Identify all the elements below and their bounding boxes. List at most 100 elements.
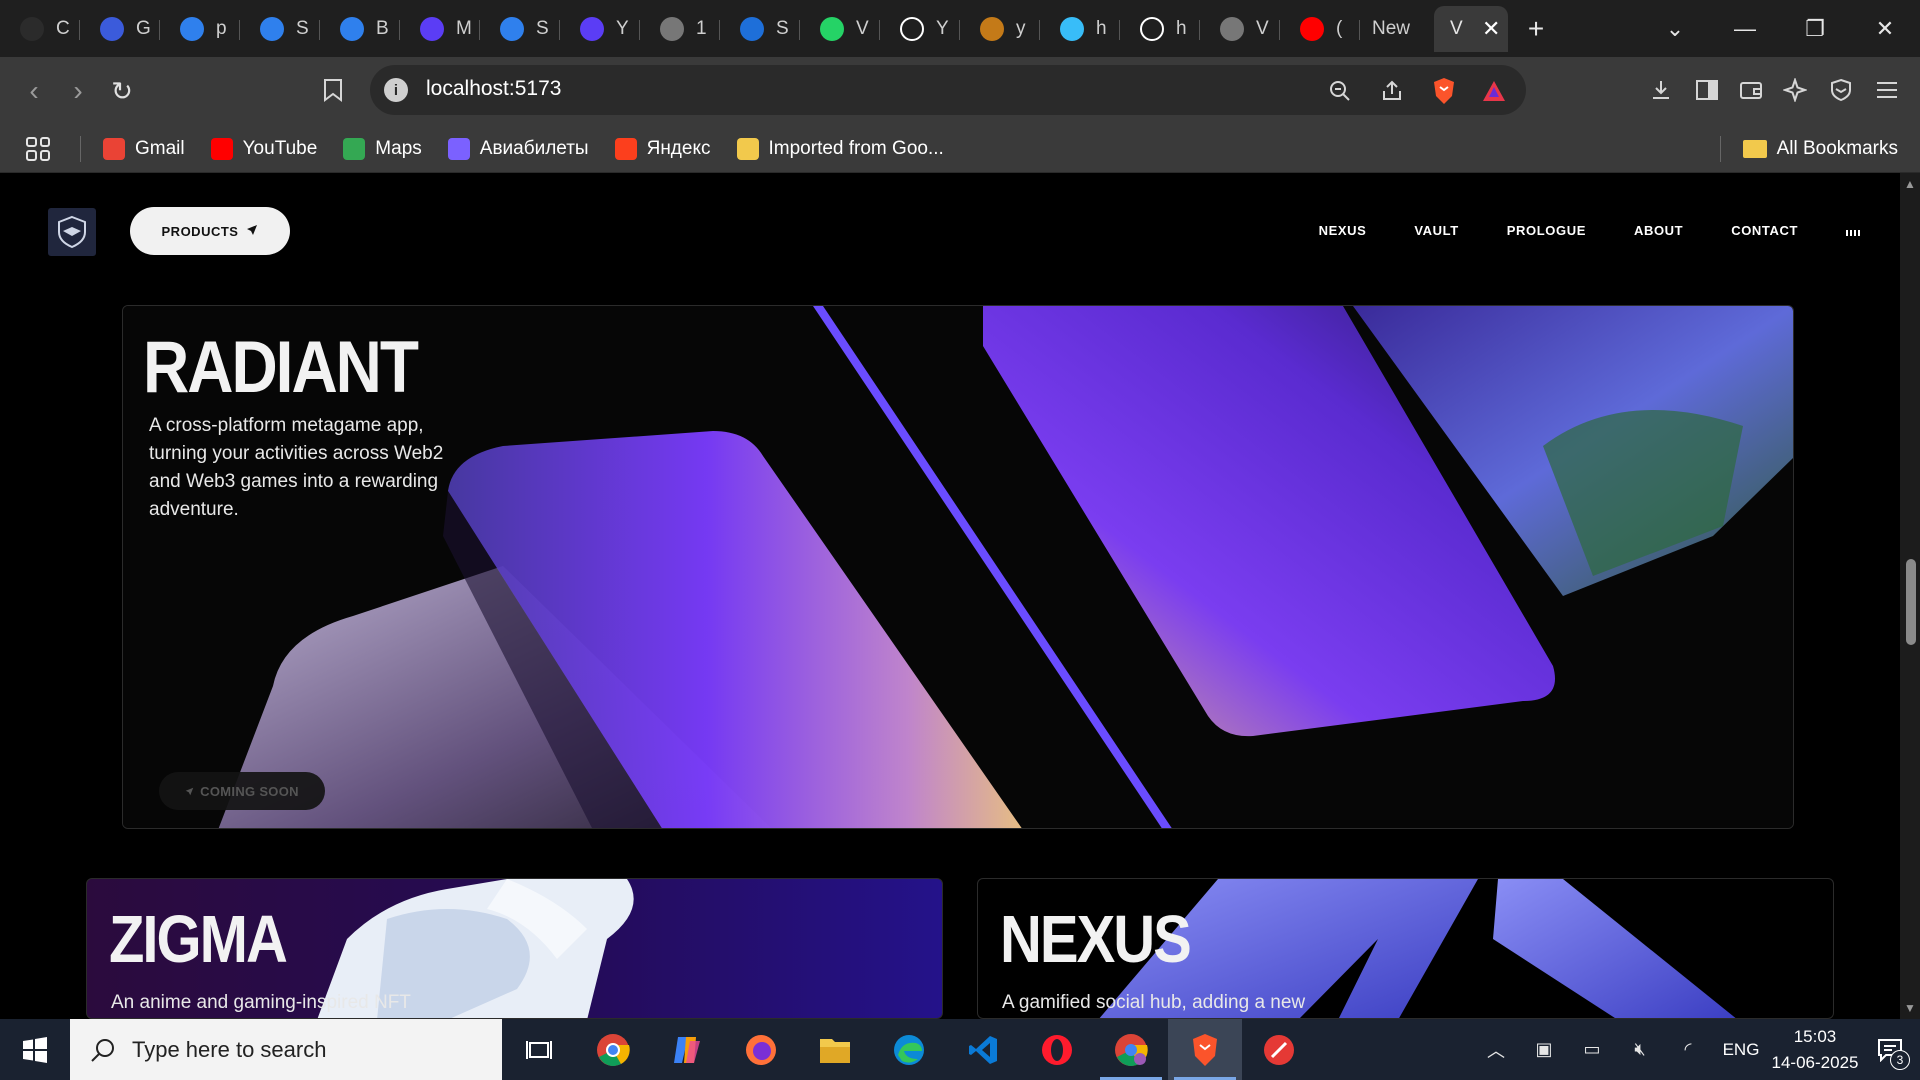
- bookmark-item[interactable]: Авиабилеты: [447, 137, 589, 160]
- all-bookmarks-button[interactable]: All Bookmarks: [1742, 138, 1898, 160]
- browser-tab[interactable]: 1: [640, 6, 720, 52]
- back-button[interactable]: ‹: [16, 73, 52, 109]
- forward-button[interactable]: ›: [60, 73, 96, 109]
- battery-icon[interactable]: ▭: [1568, 1039, 1616, 1060]
- vpn-shield-icon[interactable]: [1826, 75, 1856, 105]
- tab-title: y: [1016, 17, 1026, 39]
- browser-tab[interactable]: V: [1200, 6, 1280, 52]
- tab-search-chevron-icon[interactable]: ⌄: [1640, 16, 1710, 42]
- nav-link-about[interactable]: ABOUT: [1634, 223, 1683, 238]
- openai-icon: [20, 16, 44, 41]
- language-indicator[interactable]: ENG: [1712, 1040, 1770, 1060]
- copilot-icon[interactable]: [650, 1019, 724, 1080]
- task-view-icon[interactable]: [502, 1019, 576, 1080]
- app-icon: [980, 16, 1004, 41]
- restore-button[interactable]: ❐: [1780, 16, 1850, 42]
- zigma-title: ZIGMA: [109, 902, 288, 977]
- speedtest-icon[interactable]: [1242, 1019, 1316, 1080]
- bookmark-item[interactable]: Gmail: [103, 137, 185, 160]
- products-label: PRODUCTS: [161, 223, 239, 239]
- radiant-card[interactable]: RADIANT A cross-platform metagame app, t…: [122, 305, 1794, 829]
- tab-new[interactable]: New: [1360, 6, 1434, 52]
- scroll-down-icon[interactable]: ▼: [1904, 1001, 1916, 1015]
- brave-rewards-icon[interactable]: [1480, 77, 1508, 105]
- browser-tab[interactable]: V: [800, 6, 880, 52]
- file-explorer-icon[interactable]: [798, 1019, 872, 1080]
- sidebar-icon[interactable]: [1692, 75, 1722, 105]
- browser-tab[interactable]: h: [1040, 6, 1120, 52]
- chrome-icon[interactable]: [576, 1019, 650, 1080]
- products-button[interactable]: PRODUCTS: [130, 207, 290, 255]
- bookmark-item[interactable]: Яндекс: [614, 137, 711, 160]
- globe-icon: [660, 16, 684, 41]
- nexus-card[interactable]: NEXUS A gamified social hub, adding a ne…: [977, 878, 1834, 1019]
- system-tray: ︿ ▣ ▭ 🔇︎ ◜ ENG 15:03 14-06-2025 3: [1472, 1019, 1920, 1080]
- browser-tab[interactable]: B: [320, 6, 400, 52]
- chrome-profile-icon[interactable]: [1094, 1019, 1168, 1080]
- nav-link-nexus[interactable]: NEXUS: [1319, 223, 1367, 238]
- github-icon: [1140, 16, 1164, 41]
- new-tab-button[interactable]: +: [1508, 13, 1564, 45]
- bookmark-page-icon[interactable]: [318, 75, 348, 105]
- browser-tab[interactable]: Y: [880, 6, 960, 52]
- browser-tab[interactable]: Y: [560, 6, 640, 52]
- audio-toggle-icon[interactable]: [1846, 226, 1860, 236]
- show-hidden-icons-chevron-icon[interactable]: ︿: [1472, 1037, 1520, 1063]
- menu-icon[interactable]: [1872, 75, 1902, 105]
- taskbar-search[interactable]: Type here to search: [70, 1019, 502, 1080]
- site-info-icon[interactable]: i: [384, 78, 408, 102]
- nav-link-vault[interactable]: VAULT: [1414, 223, 1458, 238]
- tab-title: h: [1176, 17, 1187, 39]
- leo-ai-icon[interactable]: [1780, 75, 1810, 105]
- apps-grid-icon[interactable]: [26, 136, 50, 161]
- browser-tab[interactable]: p: [160, 6, 240, 52]
- wallet-icon[interactable]: [1736, 75, 1766, 105]
- browser-tab[interactable]: G: [80, 6, 160, 52]
- tab-title: Y: [936, 17, 949, 39]
- browser-tab[interactable]: h: [1120, 6, 1200, 52]
- scroll-up-icon[interactable]: ▲: [1904, 177, 1916, 191]
- browser-tab[interactable]: S: [480, 6, 560, 52]
- tab-strip: C Gp S B M S Y 1 S V Yy h h V ( New V ✕ + ⌄ — ❐ ✕: [0, 0, 1920, 57]
- site-logo[interactable]: [48, 208, 96, 256]
- browser-tab[interactable]: C: [0, 6, 80, 52]
- brave-shields-icon[interactable]: [1430, 77, 1458, 105]
- bookmark-item[interactable]: Maps: [343, 137, 422, 160]
- share-icon[interactable]: [1378, 77, 1406, 105]
- bookmark-item[interactable]: YouTube: [210, 137, 317, 160]
- close-window-button[interactable]: ✕: [1850, 16, 1920, 42]
- volume-muted-icon[interactable]: 🔇︎: [1616, 1039, 1664, 1060]
- page-scrollbar[interactable]: ▲ ▼: [1900, 173, 1920, 1019]
- scrollbar-thumb[interactable]: [1906, 559, 1916, 645]
- url-text[interactable]: localhost:5173: [426, 77, 561, 101]
- zigma-card[interactable]: ZIGMA An anime and gaming-inspired NFT: [86, 878, 943, 1019]
- clock[interactable]: 15:03 14-06-2025: [1770, 1024, 1860, 1076]
- downloads-icon[interactable]: [1646, 75, 1676, 105]
- address-bar[interactable]: i localhost:5173: [370, 65, 1526, 115]
- bookmark-item[interactable]: Imported from Goo...: [736, 137, 944, 160]
- tab-active[interactable]: V ✕: [1434, 5, 1508, 52]
- nav-link-contact[interactable]: CONTACT: [1731, 223, 1798, 238]
- vscode-icon[interactable]: [946, 1019, 1020, 1080]
- edge-icon[interactable]: [872, 1019, 946, 1080]
- minimize-button[interactable]: —: [1710, 16, 1780, 42]
- browser-tab[interactable]: (: [1280, 6, 1360, 52]
- opera-icon[interactable]: [1020, 1019, 1094, 1080]
- browser-tab[interactable]: M: [400, 6, 480, 52]
- meet-now-icon[interactable]: ▣: [1520, 1039, 1568, 1060]
- radiant-desc-line: adventure.: [149, 499, 239, 520]
- windows-start-button[interactable]: [0, 1019, 70, 1080]
- reload-button[interactable]: ↻: [104, 73, 140, 109]
- brave-icon[interactable]: [1168, 1019, 1242, 1080]
- nav-link-prologue[interactable]: PROLOGUE: [1507, 223, 1586, 238]
- tab-title: C: [56, 17, 70, 39]
- wifi-icon[interactable]: ◜: [1664, 1039, 1712, 1060]
- browser-tab[interactable]: y: [960, 6, 1040, 52]
- tab-title: B: [376, 17, 389, 39]
- zoom-icon[interactable]: [1326, 77, 1354, 105]
- notifications-button[interactable]: 3: [1860, 1019, 1920, 1080]
- browser-tab[interactable]: S: [720, 6, 800, 52]
- close-tab-icon[interactable]: ✕: [1482, 16, 1500, 42]
- firefox-icon[interactable]: [724, 1019, 798, 1080]
- browser-tab[interactable]: S: [240, 6, 320, 52]
